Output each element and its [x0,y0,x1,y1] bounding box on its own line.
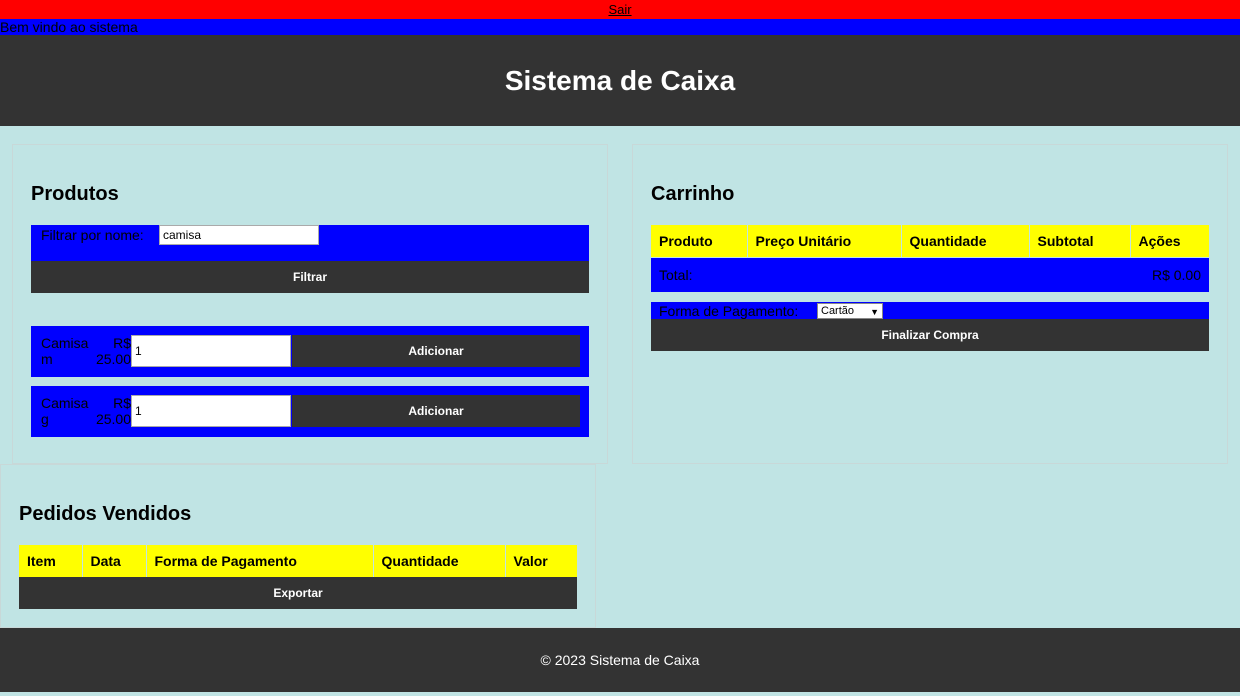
orders-title: Pedidos Vendidos [19,503,192,525]
cart-panel: Carrinho Produto Preço Unitário Quantida… [632,144,1228,464]
column-header: Quantidade [901,225,1030,257]
payment-label: Forma de Pagamento: [659,303,799,319]
column-header: Quantidade [373,545,506,577]
product-name: Camisa m [41,335,89,367]
footer-text: © 2023 Sistema de Caixa [540,652,700,668]
total-value: R$ 0.00 [1151,267,1201,283]
total-label: Total: [659,267,693,283]
page-footer: © 2023 Sistema de Caixa [0,628,1240,692]
payment-select[interactable]: Cartão ▼ [817,303,883,319]
column-header: Item [19,545,83,577]
logout-link[interactable]: Sair [608,2,631,17]
column-header: Ações [1130,225,1209,257]
product-price: R$ 25.00 [95,395,131,427]
filter-input[interactable] [159,225,319,245]
product-name: Camisa g [41,395,89,427]
finish-purchase-button[interactable]: Finalizar Compra [651,319,1209,351]
orders-table-header: Item Data Forma de Pagamento Quantidade … [19,545,577,577]
payment-row: Forma de Pagamento: Cartão ▼ [651,302,1209,319]
add-product-button[interactable]: Adicionar [292,395,580,427]
cart-table: Produto Preço Unitário Quantidade Subtot… [651,225,1209,257]
column-header: Produto [651,225,748,257]
products-title: Produtos [31,183,119,205]
export-button[interactable]: Exportar [19,577,577,609]
cart-title: Carrinho [651,183,735,205]
chevron-down-icon: ▼ [870,307,879,317]
column-header: Valor [505,545,577,577]
product-row: Camisa g R$ 25.00 Adicionar [31,386,589,437]
page-header: Sistema de Caixa [0,35,1240,126]
filter-label: Filtrar por nome: [41,227,144,243]
column-header: Forma de Pagamento [146,545,374,577]
orders-panel: Pedidos Vendidos Item Data Forma de Paga… [0,464,596,628]
payment-selected-value: Cartão [821,305,855,317]
products-panel: Produtos Filtrar por nome: Filtrar Camis… [12,144,608,464]
filter-button[interactable]: Filtrar [31,261,589,293]
cart-table-header: Produto Preço Unitário Quantidade Subtot… [651,225,1209,257]
product-row: Camisa m R$ 25.00 Adicionar [31,326,589,377]
product-quantity-input[interactable] [131,335,291,367]
column-header: Preço Unitário [747,225,902,257]
product-price: R$ 25.00 [95,335,131,367]
orders-table: Item Data Forma de Pagamento Quantidade … [19,545,577,577]
page-title: Sistema de Caixa [504,64,736,96]
top-bar: Sair [0,0,1240,19]
cart-total-row: Total: R$ 0.00 [651,258,1209,292]
welcome-message: Bem vindo ao sistema [0,19,1240,35]
column-header: Data [82,545,147,577]
product-quantity-input[interactable] [131,395,291,427]
column-header: Subtotal [1029,225,1131,257]
filter-bar: Filtrar por nome: [31,225,589,261]
add-product-button[interactable]: Adicionar [292,335,580,367]
